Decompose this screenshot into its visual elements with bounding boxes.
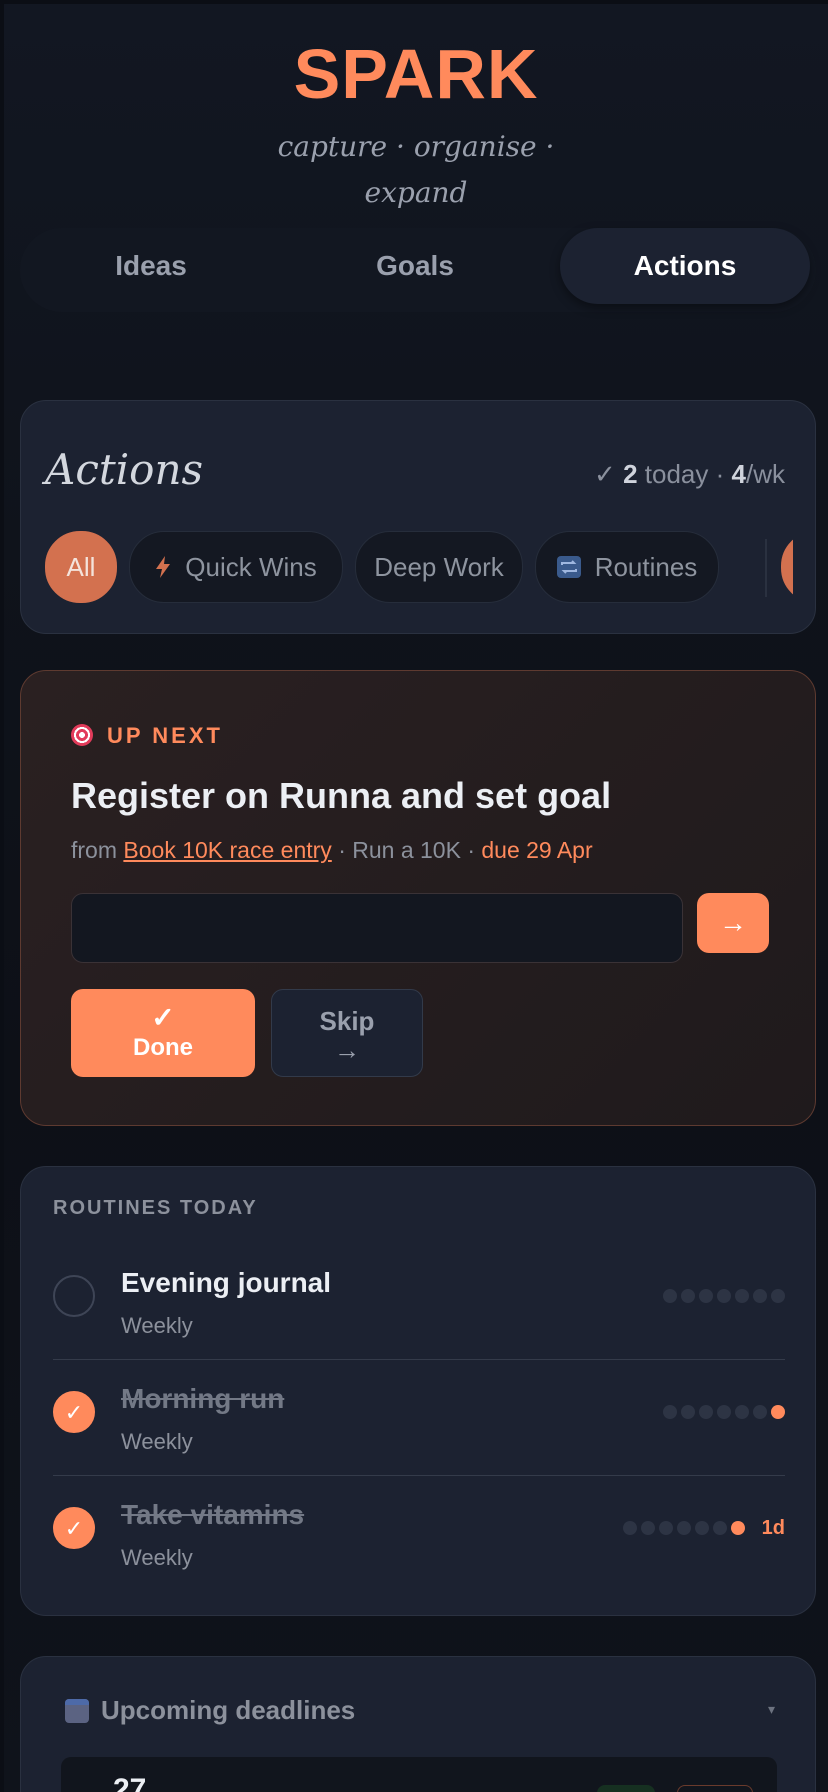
filter-deep-work-label: Deep Work (374, 552, 504, 582)
routine-name: Take vitamins (121, 1499, 305, 1530)
skip-arrow-icon: → (334, 1035, 360, 1065)
streak-dot (699, 1405, 713, 1419)
deadlines-title: Upcoming deadlines (101, 1695, 356, 1725)
actions-card: Actions ✓ 2 today · 4/wk All Quick Wins … (20, 400, 816, 634)
deadline-day: 27 (113, 1773, 147, 1792)
routine-name: Morning run (121, 1383, 285, 1414)
actions-stats: ✓ 2 today · 4/wk (594, 459, 785, 490)
stats-today-count: 2 (623, 459, 638, 489)
stats-today-label: today (644, 459, 709, 489)
streak-dot (771, 1405, 785, 1419)
streak-dot (753, 1405, 767, 1419)
deadline-tag (597, 1785, 655, 1792)
skip-label: Skip (319, 1006, 375, 1036)
streak-dot (695, 1521, 709, 1535)
app-tagline: capture · organise · expand (4, 124, 828, 216)
tagline-line-1: capture · organise · (277, 130, 555, 163)
routine-divider (53, 1475, 785, 1476)
deadlines-card[interactable]: Upcoming deadlines ▾ 27 (20, 1656, 816, 1792)
tab-actions[interactable]: Actions (560, 228, 810, 304)
routines-heading: ROUTINES TODAY (53, 1197, 258, 1219)
routine-checkbox[interactable] (53, 1275, 95, 1317)
dart-icon (71, 724, 93, 746)
stats-separator: · (715, 459, 725, 489)
tab-goals[interactable]: Goals (290, 228, 540, 304)
streak-dot (717, 1405, 731, 1419)
routine-name: Evening journal (121, 1267, 332, 1298)
goal-text: · Run a 10K · (338, 837, 475, 863)
stats-week-label: /wk (746, 459, 785, 489)
app-title: SPARK (293, 35, 539, 113)
calendar-icon (65, 1699, 89, 1723)
done-button[interactable]: ✓ Done (71, 989, 255, 1077)
deadline-item[interactable]: 27 (61, 1757, 777, 1792)
filter-deep-work[interactable]: Deep Work (355, 531, 523, 603)
routine-frequency: Weekly (121, 1429, 193, 1454)
routine-row: ✓ Morning run Weekly (53, 1363, 785, 1479)
up-next-text: UP NEXT (107, 723, 223, 748)
streak-dot (735, 1405, 749, 1419)
routine-row: Evening journal Weekly (53, 1247, 785, 1363)
routine-frequency: Weekly (121, 1545, 193, 1570)
up-next-card: UP NEXT Register on Runna and set goal f… (20, 670, 816, 1126)
streak-dot (641, 1521, 655, 1535)
streak-dot (659, 1521, 673, 1535)
send-button[interactable]: → (697, 893, 769, 953)
app-frame: SPARK capture · organise · expand Ideas … (4, 4, 828, 1792)
filter-quick-wins-label: Quick Wins (185, 552, 317, 582)
streak-dot (771, 1289, 785, 1303)
streak-dot (663, 1289, 677, 1303)
streak-dot (717, 1289, 731, 1303)
streak-dot (735, 1289, 749, 1303)
streak-dot (663, 1405, 677, 1419)
streak-dot (731, 1521, 745, 1535)
streak-dot (699, 1289, 713, 1303)
routine-streak-dots (659, 1405, 785, 1421)
routines-card: ROUTINES TODAY Evening journal Weekly ✓ … (20, 1166, 816, 1616)
streak-dot (681, 1289, 695, 1303)
stats-week-count: 4 (731, 459, 746, 489)
chip-divider (765, 539, 767, 597)
streak-dot (623, 1521, 637, 1535)
stats-check: ✓ (594, 459, 616, 489)
actions-heading: Actions (45, 445, 204, 494)
filter-quick-wins[interactable]: Quick Wins (129, 531, 343, 603)
filter-all-label: All (66, 552, 96, 582)
routine-checkbox[interactable]: ✓ (53, 1507, 95, 1549)
source-link[interactable]: Book 10K race entry (123, 837, 331, 863)
routine-streak-count: 1d (761, 1517, 785, 1539)
note-input[interactable] (71, 893, 683, 963)
up-next-title: Register on Runna and set goal (71, 775, 612, 816)
routine-frequency: Weekly (121, 1313, 193, 1338)
skip-button[interactable]: Skip → (271, 989, 423, 1077)
filter-all[interactable]: All (45, 531, 117, 603)
routine-checkbox[interactable]: ✓ (53, 1391, 95, 1433)
chevron-down-icon[interactable]: ▾ (768, 1701, 775, 1718)
lightning-icon (155, 534, 171, 604)
tab-ideas[interactable]: Ideas (26, 228, 276, 304)
from-label: from (71, 837, 117, 863)
filter-extra[interactable]: A (781, 531, 793, 603)
main-tabs: Ideas Goals Actions (20, 228, 816, 312)
tagline-line-2: expand (364, 176, 468, 209)
deadline-tag (677, 1785, 753, 1792)
up-next-meta: from Book 10K race entry · Run a 10K · d… (71, 837, 593, 864)
up-next-label: UP NEXT (71, 723, 223, 749)
routine-streak-dots (619, 1521, 745, 1537)
done-check-icon: ✓ (151, 1002, 175, 1033)
done-label: Done (133, 1034, 193, 1061)
filter-routines-label: Routines (594, 552, 698, 582)
routine-row: ✓ Take vitamins Weekly 1d (53, 1479, 785, 1595)
due-date: due 29 Apr (481, 837, 593, 863)
repeat-icon (556, 534, 581, 604)
streak-dot (713, 1521, 727, 1535)
streak-dot (753, 1289, 767, 1303)
deadlines-heading: Upcoming deadlines (65, 1695, 355, 1726)
streak-dot (677, 1521, 691, 1535)
streak-dot (681, 1405, 695, 1419)
filter-chips: All Quick Wins Deep Work Routines A (45, 531, 793, 605)
routine-streak-dots (659, 1289, 785, 1305)
filter-routines[interactable]: Routines (535, 531, 719, 603)
routine-divider (53, 1359, 785, 1360)
